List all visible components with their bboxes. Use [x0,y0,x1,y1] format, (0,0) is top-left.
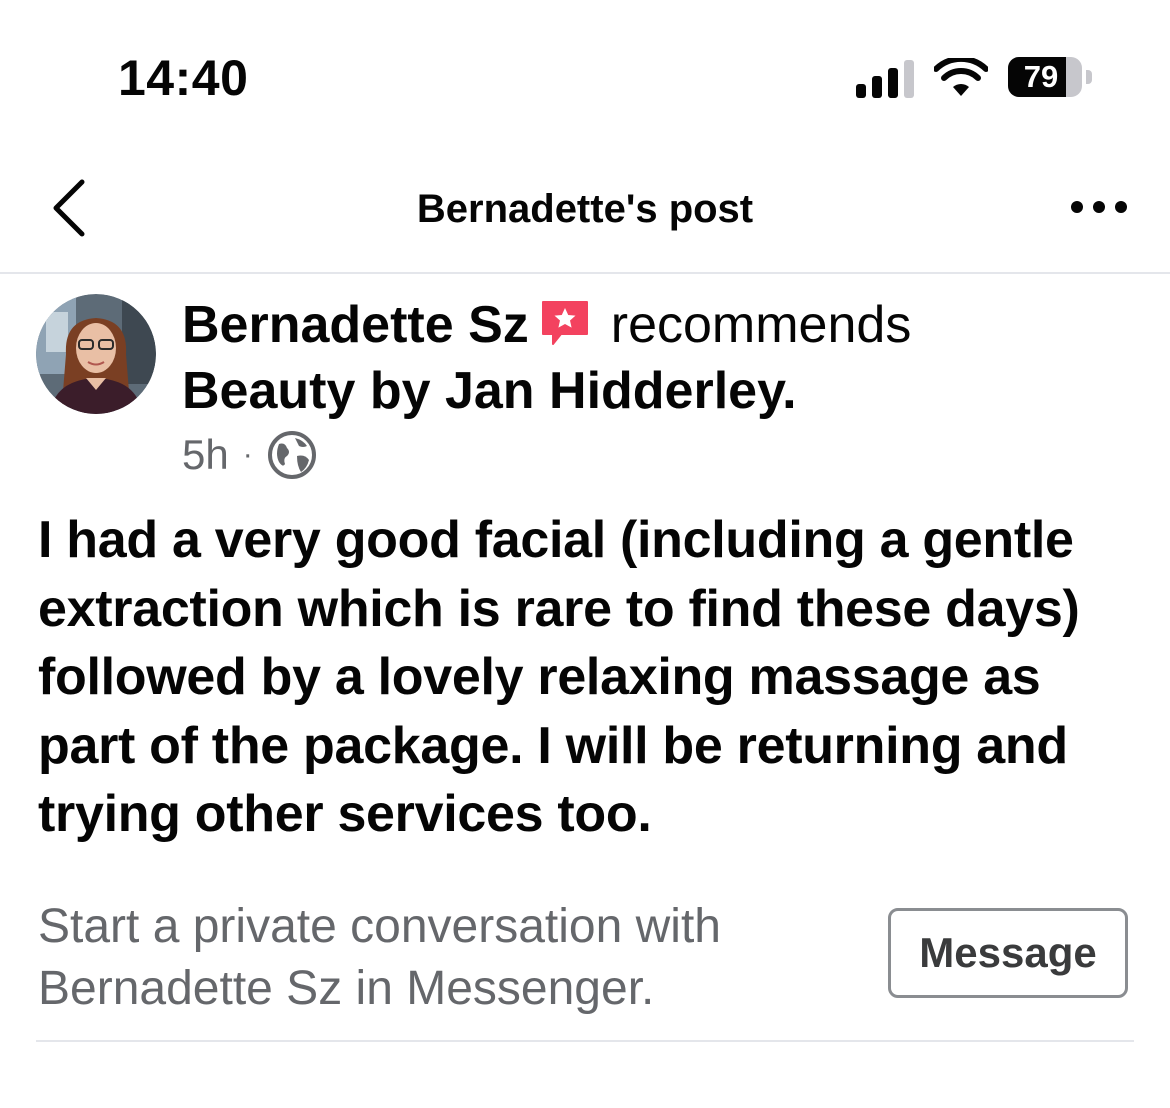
business-name[interactable]: Beauty by Jan Hidderley [182,362,782,420]
page-title: Bernadette's post [416,187,754,231]
wifi-icon [934,58,988,96]
more-options-icon[interactable] [1064,190,1134,224]
battery-percent: 79 [1023,59,1059,94]
post-body: I had a very good facial (including a ge… [38,511,1080,843]
avatar[interactable] [36,294,156,414]
messenger-prompt-row: Start a private conversation with Bernad… [0,896,1170,1042]
post-time[interactable]: 5h [182,430,229,480]
recommendation-badge-icon [541,301,588,345]
cellular-signal-icon [856,58,916,98]
status-bar: 14:40 79 [0,0,1170,140]
status-time: 14:40 [118,50,249,106]
meta-separator: · [242,438,253,471]
navigation-header: Bernadette's post [0,140,1170,274]
business-suffix: . [782,362,797,420]
recommends-text: recommends [610,296,912,354]
post-headline: Bernadette Sz recommends Beauty by Jan H… [182,292,1142,424]
post-meta: 5h · [182,430,317,480]
divider [36,1040,1134,1042]
message-button[interactable]: Message [888,908,1128,998]
globe-icon[interactable] [267,430,317,480]
battery-icon: 79 [1008,57,1092,97]
messenger-prompt: Start a private conversation with Bernad… [38,900,721,1015]
author-name[interactable]: Bernadette Sz [182,296,529,354]
